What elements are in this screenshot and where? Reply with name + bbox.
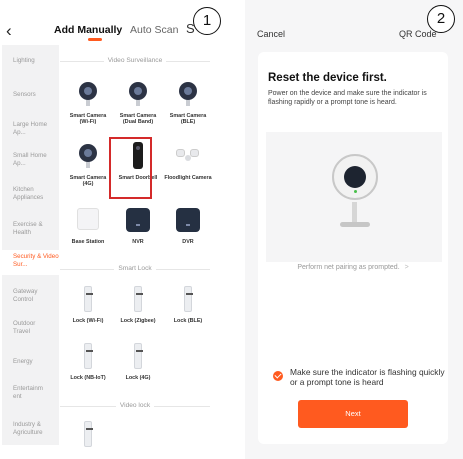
cancel-button[interactable]: Cancel — [257, 29, 285, 39]
category-sidebar: Lighting Sensors Large Home Ap... Small … — [2, 45, 59, 445]
sidebar-item-exercise-health[interactable]: Exercise & Health — [2, 221, 52, 236]
sidebar-item-label: Sensors — [13, 91, 36, 98]
device-lock-zigbee[interactable]: Lock (Zigbee) — [114, 284, 162, 346]
device-dvr[interactable]: DVR — [164, 205, 212, 267]
section-title-text: Smart Lock — [114, 265, 156, 272]
pairing-link[interactable]: Perform net pairing as prompted. > — [258, 264, 448, 271]
device-label: Lock (Zigbee) — [120, 318, 156, 324]
instruction-text: Power on the device and make sure the in… — [268, 90, 427, 106]
confirm-text: Make sure the indicator is flashing quic… — [290, 367, 445, 387]
camera-icon — [73, 141, 103, 171]
device-nvr[interactable]: NVR — [114, 205, 162, 267]
device-label: Smart Camera (4G) — [69, 175, 107, 188]
device-base-station[interactable]: Base Station — [64, 205, 112, 267]
lock-icon — [173, 284, 203, 314]
back-arrow-icon[interactable]: ‹ — [6, 22, 12, 39]
sidebar-item-entertainment[interactable]: Entertainm ent — [2, 385, 46, 400]
lock-icon — [73, 341, 103, 371]
device-label: Smart Camera (BLE) — [169, 113, 207, 126]
camera-icon — [173, 79, 203, 109]
sidebar-item-energy[interactable]: Energy — [2, 358, 59, 366]
sidebar-item-label: Lighting — [13, 57, 35, 64]
dvr-icon — [173, 205, 203, 235]
sidebar-item-label: Entertainm ent — [13, 385, 43, 400]
lock-icon — [123, 341, 153, 371]
left-phone-screen: ‹ Add Manually Auto Scan S 1 Lighting Se… — [0, 0, 228, 459]
section-title-text: Video Surveillance — [103, 57, 167, 64]
section-title-video-surveillance: Video Surveillance — [60, 56, 210, 66]
device-video-lock[interactable] — [64, 419, 112, 459]
sidebar-item-label: Large Home Ap... — [13, 121, 48, 136]
sidebar-item-outdoor-travel[interactable]: Outdoor Travel — [2, 320, 48, 335]
section-title-text: Video lock — [115, 402, 155, 409]
device-lock-wifi[interactable]: Lock (Wi-Fi) — [64, 284, 112, 346]
device-label: Floodlight Camera — [164, 175, 212, 181]
sidebar-item-label: Energy — [13, 358, 33, 365]
sidebar-item-lighting[interactable]: Lighting — [2, 57, 59, 65]
qr-code-button[interactable]: QR Code — [399, 29, 437, 39]
sidebar-item-label: Gateway Control — [13, 288, 38, 303]
sidebar-item-kitchen-appliances[interactable]: Kitchen Appliances — [2, 186, 54, 201]
step-badge-2: 2 — [427, 5, 455, 33]
device-label: Lock (4G) — [125, 375, 151, 381]
nvr-icon — [123, 205, 153, 235]
chevron-right-icon: > — [404, 264, 409, 271]
tab-auto-scan[interactable]: Auto Scan — [130, 25, 178, 36]
device-label: DVR — [182, 239, 194, 245]
device-label: Lock (NB-IoT) — [70, 375, 106, 381]
device-label: Lock (BLE) — [173, 318, 203, 324]
device-smart-camera-ble[interactable]: Smart Camera (BLE) — [164, 79, 212, 141]
device-lock-4g[interactable]: Lock (4G) — [114, 341, 162, 403]
sidebar-item-label: Small Home Ap... — [13, 152, 47, 167]
sidebar-item-label: Outdoor Travel — [13, 320, 36, 335]
right-phone-screen: Cancel QR Code Reset the device first. P… — [245, 0, 463, 459]
lock-icon — [73, 284, 103, 314]
device-label: Base Station — [71, 239, 105, 245]
page-title: Reset the device first. — [268, 72, 387, 84]
sidebar-item-label: Industry & Agriculture — [13, 421, 43, 436]
sidebar-item-large-home-appliances[interactable]: Large Home Ap... — [2, 121, 52, 136]
device-smart-camera-4g[interactable]: Smart Camera (4G) — [64, 141, 112, 203]
sidebar-item-security-video[interactable]: Security & Video Sur... — [2, 250, 59, 275]
camera-illustration-icon — [266, 132, 442, 262]
section-title-smart-lock: Smart Lock — [60, 264, 210, 274]
section-title-video-lock: Video lock — [60, 401, 210, 411]
active-tab-indicator — [88, 38, 102, 41]
device-label: Smart Camera (Dual Band) — [119, 113, 157, 126]
base-station-icon — [73, 205, 103, 235]
reset-instructions-card: Reset the device first. Power on the dev… — [258, 52, 448, 444]
camera-icon — [73, 79, 103, 109]
device-label: Lock (Wi-Fi) — [72, 318, 104, 324]
next-button[interactable]: Next — [298, 400, 408, 428]
step-badge-1: 1 — [193, 7, 221, 35]
device-label: NVR — [132, 239, 144, 245]
pairing-text: Perform net pairing as prompted. — [297, 264, 400, 271]
sidebar-item-small-home-appliances[interactable]: Small Home Ap... — [2, 152, 50, 167]
device-lock-nb-iot[interactable]: Lock (NB-IoT) — [64, 341, 112, 403]
tab-add-manually[interactable]: Add Manually — [54, 25, 122, 36]
sidebar-item-gateway-control[interactable]: Gateway Control — [2, 288, 50, 303]
sidebar-item-label: Security & Video Sur... — [13, 253, 59, 268]
sidebar-item-label: Exercise & Health — [13, 221, 43, 236]
device-floodlight-camera[interactable]: Floodlight Camera — [164, 141, 212, 203]
lock-icon — [73, 419, 103, 449]
device-label: Smart Camera (Wi-Fi) — [69, 113, 107, 126]
device-lock-ble[interactable]: Lock (BLE) — [164, 284, 212, 346]
device-smart-camera-dual-band[interactable]: Smart Camera (Dual Band) — [114, 79, 162, 141]
confirm-checkbox[interactable] — [273, 371, 283, 381]
floodlight-icon — [173, 141, 203, 171]
sidebar-item-sensors[interactable]: Sensors — [2, 91, 59, 99]
device-smart-camera-wifi[interactable]: Smart Camera (Wi-Fi) — [64, 79, 112, 141]
device-grid: Video Surveillance Smart Camera (Wi-Fi) … — [60, 45, 228, 447]
sidebar-item-label: Kitchen Appliances — [13, 186, 44, 201]
camera-icon — [123, 79, 153, 109]
doorbell-highlight-box — [109, 137, 152, 199]
sidebar-item-industry-agriculture[interactable]: Industry & Agriculture — [2, 421, 52, 436]
lock-icon — [123, 284, 153, 314]
